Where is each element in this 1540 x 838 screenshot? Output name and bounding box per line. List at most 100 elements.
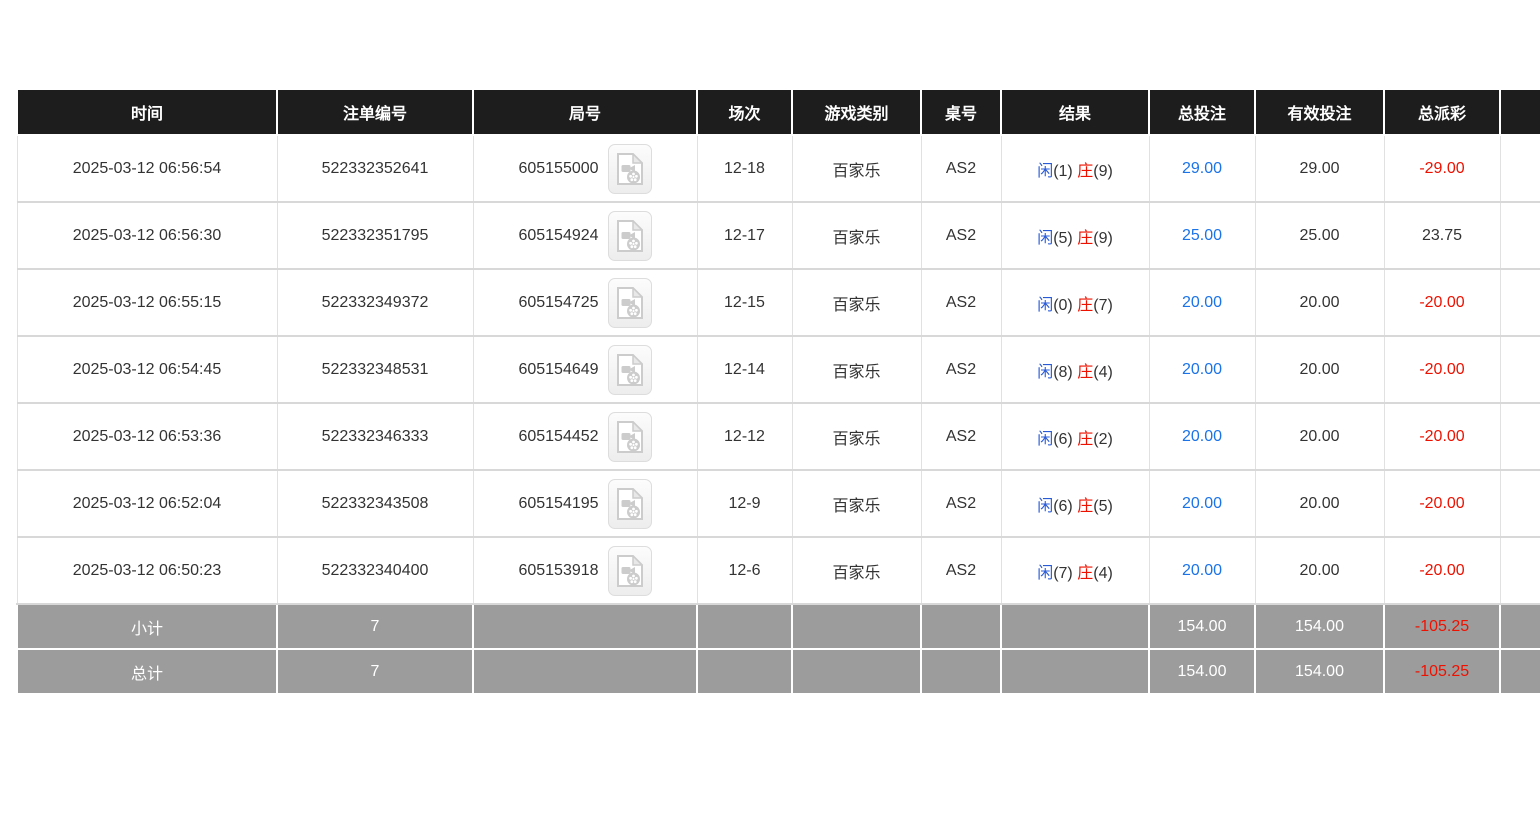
cell-total-bet[interactable]: 29.00 <box>1149 135 1255 202</box>
cell-extra <box>1500 135 1540 202</box>
total-row: 总计 7 154.00 154.00 -105.25 <box>17 649 1540 694</box>
cell-game-type: 百家乐 <box>792 537 921 604</box>
cell-table-no: AS2 <box>921 403 1001 470</box>
cell-total-bet[interactable]: 20.00 <box>1149 537 1255 604</box>
result-player-label: 闲 <box>1037 364 1053 381</box>
round-id-text: 605154725 <box>518 294 598 311</box>
total-empty <box>697 649 792 694</box>
cell-table-no: AS2 <box>921 202 1001 269</box>
video-replay-button[interactable] <box>608 345 652 395</box>
table-row: 2025-03-12 06:55:15 522332349372 6051547… <box>17 269 1540 336</box>
cell-round-id: 605154924 <box>473 202 697 269</box>
header-bet-id: 注单编号 <box>277 89 473 135</box>
header-row: 时间 注单编号 局号 场次 游戏类别 桌号 结果 总投注 有效投注 总派彩 <box>17 89 1540 135</box>
total-empty <box>473 649 697 694</box>
table-row: 2025-03-12 06:50:23 522332340400 6051539… <box>17 537 1540 604</box>
total-count: 7 <box>277 649 473 694</box>
subtotal-empty <box>697 604 792 649</box>
result-player-score: (7) <box>1053 565 1073 582</box>
video-file-icon <box>617 153 643 185</box>
bet-history-table-wrap: 时间 注单编号 局号 场次 游戏类别 桌号 结果 总投注 有效投注 总派彩 20… <box>16 88 1540 695</box>
cell-bet-id: 522332351795 <box>277 202 473 269</box>
cell-round-id: 605154725 <box>473 269 697 336</box>
cell-extra <box>1500 403 1540 470</box>
cell-game-type: 百家乐 <box>792 336 921 403</box>
subtotal-count: 7 <box>277 604 473 649</box>
video-replay-button[interactable] <box>608 278 652 328</box>
cell-table-no: AS2 <box>921 537 1001 604</box>
cell-total-payout: -20.00 <box>1384 336 1500 403</box>
cell-total-bet[interactable]: 25.00 <box>1149 202 1255 269</box>
cell-time: 2025-03-12 06:54:45 <box>17 336 277 403</box>
result-player-score: (6) <box>1053 431 1073 448</box>
cell-extra <box>1500 470 1540 537</box>
cell-valid-bet: 20.00 <box>1255 269 1384 336</box>
header-total-bet: 总投注 <box>1149 89 1255 135</box>
video-file-icon <box>617 354 643 386</box>
header-session: 场次 <box>697 89 792 135</box>
table-row: 2025-03-12 06:52:04 522332343508 6051541… <box>17 470 1540 537</box>
result-player-label: 闲 <box>1037 297 1053 314</box>
header-round-id: 局号 <box>473 89 697 135</box>
round-id-text: 605155000 <box>518 160 598 177</box>
cell-round-id: 605154195 <box>473 470 697 537</box>
result-banker-label: 庄 <box>1077 297 1093 314</box>
cell-total-bet[interactable]: 20.00 <box>1149 336 1255 403</box>
video-file-icon <box>617 220 643 252</box>
video-replay-button[interactable] <box>608 412 652 462</box>
cell-total-bet[interactable]: 20.00 <box>1149 403 1255 470</box>
bet-history-table: 时间 注单编号 局号 场次 游戏类别 桌号 结果 总投注 有效投注 总派彩 20… <box>16 88 1540 695</box>
cell-result: 闲(0) 庄(7) <box>1001 269 1149 336</box>
cell-result: 闲(6) 庄(5) <box>1001 470 1149 537</box>
cell-total-bet[interactable]: 20.00 <box>1149 269 1255 336</box>
cell-valid-bet: 29.00 <box>1255 135 1384 202</box>
result-banker-score: (9) <box>1093 230 1113 247</box>
cell-table-no: AS2 <box>921 135 1001 202</box>
cell-table-no: AS2 <box>921 336 1001 403</box>
cell-total-payout: 23.75 <box>1384 202 1500 269</box>
cell-bet-id: 522332343508 <box>277 470 473 537</box>
result-banker-label: 庄 <box>1077 431 1093 448</box>
subtotal-empty <box>1001 604 1149 649</box>
result-player-label: 闲 <box>1037 565 1053 582</box>
subtotal-total-bet: 154.00 <box>1149 604 1255 649</box>
result-banker-label: 庄 <box>1077 498 1093 515</box>
header-extra <box>1500 89 1540 135</box>
cell-game-type: 百家乐 <box>792 202 921 269</box>
result-player-label: 闲 <box>1037 230 1053 247</box>
cell-result: 闲(1) 庄(9) <box>1001 135 1149 202</box>
result-player-score: (0) <box>1053 297 1073 314</box>
result-player-score: (1) <box>1053 163 1073 180</box>
result-banker-label: 庄 <box>1077 565 1093 582</box>
result-banker-score: (4) <box>1093 565 1113 582</box>
result-banker-label: 庄 <box>1077 364 1093 381</box>
total-empty <box>921 649 1001 694</box>
cell-extra <box>1500 537 1540 604</box>
video-replay-button[interactable] <box>608 546 652 596</box>
cell-session: 12-14 <box>697 336 792 403</box>
subtotal-empty <box>792 604 921 649</box>
total-total-payout: -105.25 <box>1384 649 1500 694</box>
cell-session: 12-17 <box>697 202 792 269</box>
cell-total-bet[interactable]: 20.00 <box>1149 470 1255 537</box>
video-replay-button[interactable] <box>608 211 652 261</box>
table-row: 2025-03-12 06:56:30 522332351795 6051549… <box>17 202 1540 269</box>
video-file-icon <box>617 488 643 520</box>
round-id-text: 605153918 <box>518 562 598 579</box>
cell-valid-bet: 25.00 <box>1255 202 1384 269</box>
result-player-label: 闲 <box>1037 431 1053 448</box>
cell-session: 12-12 <box>697 403 792 470</box>
video-replay-button[interactable] <box>608 144 652 194</box>
video-replay-button[interactable] <box>608 479 652 529</box>
result-banker-score: (2) <box>1093 431 1113 448</box>
cell-round-id: 605154649 <box>473 336 697 403</box>
result-player-label: 闲 <box>1037 498 1053 515</box>
result-banker-score: (7) <box>1093 297 1113 314</box>
table-row: 2025-03-12 06:53:36 522332346333 6051544… <box>17 403 1540 470</box>
subtotal-empty <box>921 604 1001 649</box>
subtotal-valid-bet: 154.00 <box>1255 604 1384 649</box>
subtotal-empty <box>1500 604 1540 649</box>
cell-valid-bet: 20.00 <box>1255 537 1384 604</box>
cell-table-no: AS2 <box>921 269 1001 336</box>
cell-time: 2025-03-12 06:56:30 <box>17 202 277 269</box>
